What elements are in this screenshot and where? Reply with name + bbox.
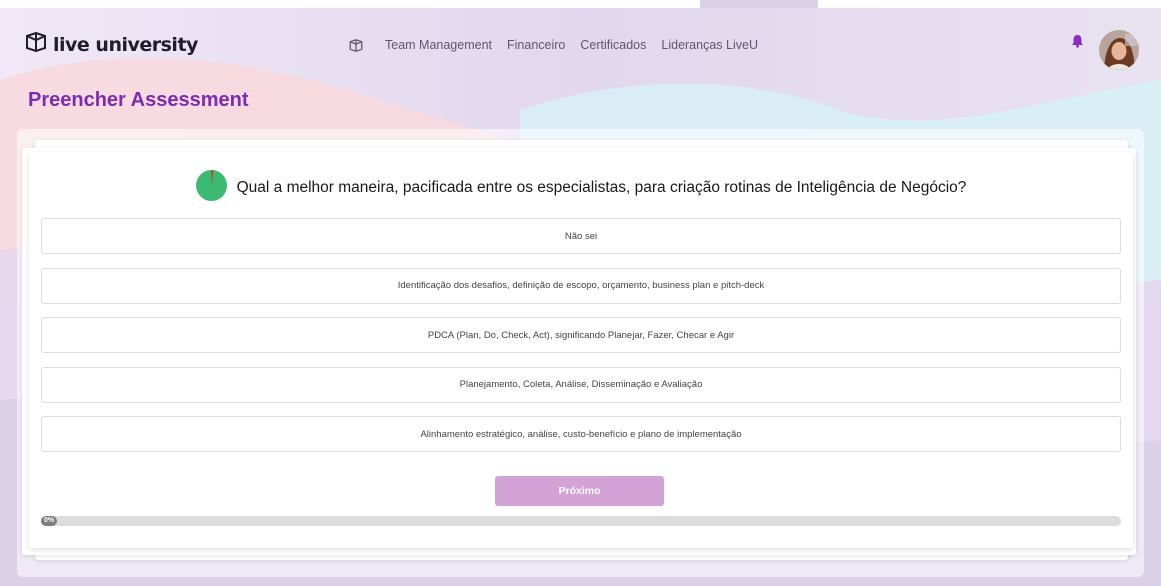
answer-option[interactable]: Não sei (41, 218, 1121, 254)
question-header: Qual a melhor maneira, pacificada entre … (29, 170, 1133, 206)
nav-item-liderancas-liveu[interactable]: Lideranças LiveU (661, 38, 758, 52)
page-title: Preencher Assessment (28, 89, 249, 111)
nav-item-team-management[interactable]: Team Management (385, 38, 492, 52)
top-strip-notch (700, 0, 818, 8)
answer-option[interactable]: PDCA (Plan, Do, Check, Act), significand… (41, 317, 1121, 353)
question-card: Qual a melhor maneira, pacificada entre … (29, 152, 1133, 548)
browser-top-strip (0, 0, 1161, 8)
answer-options: Não sei Identificação dos desafios, defi… (41, 218, 1121, 466)
answer-option[interactable]: Identificação dos desafios, definição de… (41, 267, 1121, 304)
next-button[interactable]: Próximo (495, 476, 664, 506)
bell-icon[interactable] (1071, 34, 1084, 53)
question-text: Qual a melhor maneira, pacificada entre … (236, 179, 967, 196)
main-nav: Team Management Financeiro Certificados … (349, 38, 773, 52)
book-cube-icon (25, 31, 47, 57)
timer-pie-icon (195, 170, 227, 206)
progress-label: 0% (41, 516, 58, 526)
brand-name: live university (53, 33, 198, 56)
answer-option[interactable]: Alinhamento estratégico, análise, custo-… (41, 416, 1121, 452)
book-cube-icon[interactable] (349, 38, 363, 52)
top-navbar: live university Team Management Financei… (0, 8, 1161, 78)
nav-item-certificados[interactable]: Certificados (580, 38, 646, 52)
progress-bar: 0% (41, 516, 1121, 526)
answer-option[interactable]: Planejamento, Coleta, Análise, Dissemina… (41, 366, 1121, 403)
avatar[interactable] (1099, 30, 1139, 70)
nav-item-financeiro[interactable]: Financeiro (507, 38, 565, 52)
brand-logo[interactable]: live university (25, 31, 198, 57)
